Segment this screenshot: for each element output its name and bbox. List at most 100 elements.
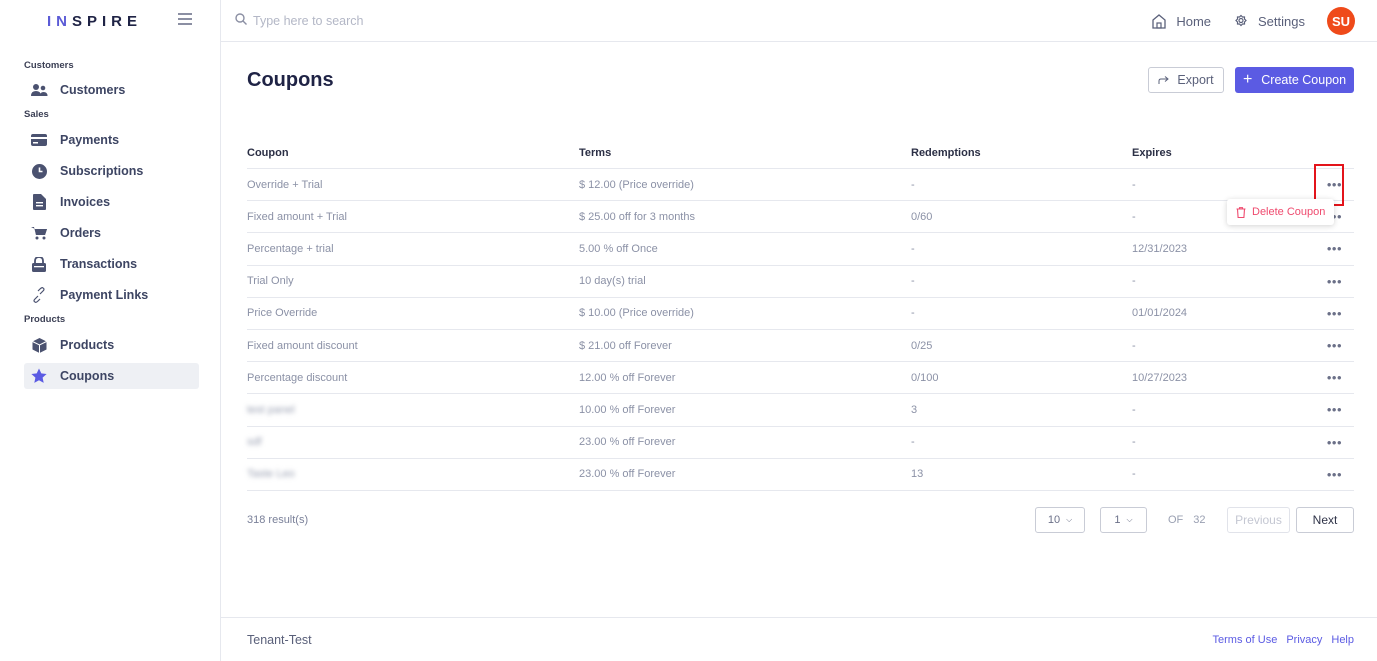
coupon-expires: 12/31/2023 (1132, 242, 1188, 255)
column-header-terms[interactable]: Terms (579, 147, 911, 159)
coupons-table: Coupon Terms Redemptions Expires Overrid… (247, 137, 1354, 491)
next-button[interactable]: Next (1296, 507, 1354, 533)
sidebar-item-customers[interactable]: Customers (24, 77, 199, 103)
box-icon (30, 336, 48, 354)
sidebar-item-orders[interactable]: Orders (24, 220, 199, 246)
table-row[interactable]: Trial Only 10 day(s) trial - - ••• (247, 266, 1354, 298)
previous-button[interactable]: Previous (1227, 507, 1290, 533)
export-button[interactable]: Export (1148, 67, 1224, 93)
table-row[interactable]: sdf 23.00 % off Forever - - ••• (247, 427, 1354, 459)
help-link[interactable]: Help (1331, 634, 1354, 646)
coupon-expires: - (1132, 468, 1136, 481)
coupon-name: Fixed amount discount (247, 339, 358, 352)
page-total: OF 32 (1168, 514, 1206, 526)
sidebar-item-label: Payment Links (60, 288, 149, 302)
total-pages: 32 (1193, 514, 1206, 526)
coupon-terms: 5.00 % off Once (579, 242, 658, 255)
coupon-redemptions: - (911, 307, 915, 320)
page-number-value-box: 1 ⌵ (1100, 507, 1147, 533)
sidebar-item-transactions[interactable]: Transactions (24, 251, 199, 277)
hamburger-menu-icon[interactable] (178, 13, 192, 25)
row-actions-menu-icon[interactable]: ••• (1312, 274, 1354, 289)
coupon-redemptions: - (911, 275, 915, 288)
privacy-link[interactable]: Privacy (1286, 634, 1322, 646)
delete-coupon-menu-item[interactable]: Delete Coupon (1227, 199, 1334, 225)
row-actions-menu-icon[interactable]: ••• (1312, 241, 1354, 256)
coupon-redemptions: 3 (911, 403, 918, 416)
row-actions-menu-icon[interactable]: ••• (1312, 177, 1354, 192)
sidebar-item-products[interactable]: Products (24, 332, 199, 358)
chevron-down-icon: ⌵ (1126, 515, 1133, 524)
create-coupon-button[interactable]: + Create Coupon (1235, 67, 1354, 93)
search-bar (235, 12, 553, 30)
row-actions-menu-icon[interactable]: ••• (1312, 435, 1354, 450)
sidebar-item-label: Subscriptions (60, 164, 144, 178)
page-number-value: 1 (1114, 514, 1121, 526)
sidebar-item-invoices[interactable]: Invoices (24, 189, 199, 215)
coupon-terms: 10 day(s) trial (579, 275, 646, 288)
coupon-expires: - (1132, 178, 1136, 191)
page-size-select[interactable]: 10 ⌵ (1035, 507, 1085, 533)
row-actions-menu-icon[interactable]: ••• (1312, 306, 1354, 321)
result-count: 318 result(s) (247, 514, 309, 526)
search-icon (235, 12, 247, 30)
gear-icon (1235, 14, 1247, 27)
table-row[interactable]: Fixed amount discount $ 21.00 off Foreve… (247, 330, 1354, 363)
terms-of-use-link[interactable]: Terms of Use (1213, 634, 1278, 646)
sidebar-item-payment-links[interactable]: Payment Links (24, 282, 199, 308)
footer: Tenant-Test Terms of Use Privacy Help (221, 617, 1377, 661)
sidebar-item-label: Products (60, 338, 115, 352)
delete-coupon-label: Delete Coupon (1252, 206, 1326, 218)
table-row[interactable]: test panel 10.00 % off Forever 3 - ••• (247, 394, 1354, 427)
search-input[interactable] (253, 14, 553, 28)
coupon-terms: $ 21.00 off Forever (579, 339, 672, 352)
column-header-redemptions[interactable]: Redemptions (911, 147, 1132, 159)
table-row[interactable]: Override + Trial $ 12.00 (Price override… (247, 169, 1354, 202)
page-number-select[interactable]: 1 ⌵ (1100, 507, 1147, 533)
column-header-coupon[interactable]: Coupon (247, 147, 579, 159)
brand-logo[interactable]: INSPIRE (0, 0, 220, 42)
coupon-expires: - (1132, 275, 1136, 288)
coupon-terms: $ 25.00 off for 3 months (579, 210, 695, 223)
table-row[interactable]: Fixed amount + Trial $ 25.00 off for 3 m… (247, 201, 1354, 234)
coupon-name: Percentage + trial (247, 242, 334, 255)
link-icon (30, 286, 48, 304)
coupon-name: Override + Trial (247, 178, 323, 191)
coupon-expires: 10/27/2023 (1132, 371, 1188, 384)
coupon-expires: - (1132, 436, 1136, 449)
row-actions-menu-icon[interactable]: ••• (1312, 467, 1354, 482)
coupon-terms: 12.00 % off Forever (579, 371, 676, 384)
row-actions-menu-icon[interactable]: ••• (1312, 338, 1354, 353)
row-actions-menu-icon[interactable]: ••• (1312, 402, 1354, 417)
coupon-redemptions: 13 (911, 468, 924, 481)
settings-link[interactable]: Settings (1233, 13, 1305, 29)
top-bar: Home Settings SU (221, 0, 1377, 42)
create-coupon-label: Create Coupon (1261, 73, 1347, 87)
home-link[interactable]: Home (1151, 13, 1211, 29)
coupon-name: Taste Leo (247, 468, 295, 481)
coupon-redemptions: - (911, 436, 915, 449)
row-actions-menu-icon[interactable]: ••• (1312, 370, 1354, 385)
sidebar-item-label: Orders (60, 226, 101, 240)
coupon-terms: 10.00 % off Forever (579, 403, 676, 416)
coupon-name: Trial Only (247, 275, 294, 288)
coupon-name: test panel (247, 403, 295, 416)
coupon-redemptions: - (911, 178, 915, 191)
sidebar: INSPIRE Customers Customers Sales Paymen… (0, 0, 221, 661)
settings-label: Settings (1258, 13, 1305, 29)
table-row[interactable]: Percentage discount 12.00 % off Forever … (247, 362, 1354, 395)
main-content: Coupons Export + Create Coupon Coupon Te… (221, 42, 1377, 618)
sidebar-item-payments[interactable]: Payments (24, 127, 199, 153)
nav-section-products: Products (24, 314, 66, 325)
sidebar-item-label: Customers (60, 83, 126, 97)
table-row[interactable]: Price Override $ 10.00 (Price override) … (247, 298, 1354, 330)
column-header-expires[interactable]: Expires (1132, 147, 1312, 159)
credit-card-icon (30, 131, 48, 149)
user-avatar[interactable]: SU (1327, 7, 1355, 35)
sidebar-item-coupons[interactable]: Coupons (24, 363, 199, 389)
table-row[interactable]: Taste Leo 23.00 % off Forever 13 - ••• (247, 459, 1354, 491)
sidebar-item-label: Transactions (60, 257, 138, 271)
clock-icon (30, 162, 48, 180)
table-row[interactable]: Percentage + trial 5.00 % off Once - 12/… (247, 233, 1354, 266)
sidebar-item-subscriptions[interactable]: Subscriptions (24, 158, 199, 184)
